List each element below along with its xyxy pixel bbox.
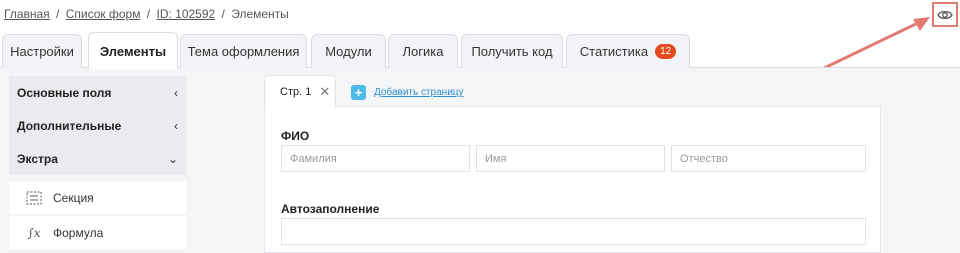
breadcrumb-home-link[interactable]: Главная: [4, 7, 50, 21]
page-tab-1[interactable]: Стр. 1 ✕: [264, 75, 336, 107]
breadcrumb-separator: /: [146, 7, 151, 21]
breadcrumb-id-link[interactable]: ID: 102592: [156, 7, 215, 21]
tab-modules[interactable]: Модули: [311, 34, 386, 68]
patronymic-input[interactable]: [671, 145, 866, 172]
breadcrumb-current: Элементы: [231, 7, 289, 21]
autofill-label: Автозаполнение: [281, 202, 380, 216]
sidebar-tool-section[interactable]: Секция: [9, 181, 186, 214]
statistics-count-badge: 12: [655, 44, 677, 59]
last-name-input[interactable]: [281, 145, 470, 172]
sidebar-section-label: Основные поля: [17, 85, 112, 100]
chevron-down-icon: ⌄: [167, 151, 178, 166]
formula-icon: ∫x: [27, 225, 41, 240]
first-name-input[interactable]: [476, 145, 665, 172]
preview-button[interactable]: [932, 2, 958, 27]
form-page-panel: ФИО Автозаполнение: [264, 106, 881, 253]
add-page-label: Добавить страницу: [374, 87, 464, 98]
tab-label: Тема оформления: [187, 44, 300, 59]
chevron-left-icon: ‹: [174, 85, 178, 100]
eye-icon: [937, 10, 953, 19]
sidebar-section-additional[interactable]: Дополнительные ‹: [9, 109, 186, 142]
tab-settings[interactable]: Настройки: [2, 34, 82, 68]
sidebar-tool-label: Формула: [53, 225, 104, 240]
tab-label: Получить код: [471, 44, 553, 59]
page-tab-label: Стр. 1: [280, 85, 312, 98]
main-tabs: Настройки Элементы Тема оформления Модул…: [0, 32, 960, 69]
tab-label: Модули: [325, 44, 372, 59]
tab-label: Логика: [402, 44, 444, 59]
sidebar-section-basic-fields[interactable]: Основные поля ‹: [9, 76, 186, 109]
autofill-input[interactable]: [281, 218, 866, 245]
add-page-button[interactable]: + Добавить страницу: [351, 85, 464, 100]
tab-statistics[interactable]: Статистика 12: [566, 34, 690, 68]
elements-sidebar: Основные поля ‹ Дополнительные ‹ Экстра …: [9, 76, 186, 253]
sidebar-tool-label: Секция: [53, 190, 94, 205]
sidebar-tool-formula[interactable]: ∫x Формула: [9, 216, 186, 249]
plus-icon: +: [351, 85, 366, 100]
close-icon[interactable]: ✕: [319, 84, 330, 100]
sidebar-section-extra[interactable]: Экстра ⌄: [9, 142, 186, 175]
breadcrumb-separator: /: [56, 7, 60, 21]
tab-logic[interactable]: Логика: [388, 34, 458, 68]
fio-label: ФИО: [281, 129, 310, 143]
tab-elements[interactable]: Элементы: [88, 32, 178, 69]
chevron-left-icon: ‹: [174, 118, 178, 133]
tab-label: Элементы: [99, 43, 167, 59]
breadcrumb-separator: /: [221, 7, 225, 21]
sidebar-section-label: Дополнительные: [17, 118, 122, 133]
breadcrumb-forms-link[interactable]: Список форм: [66, 7, 141, 21]
section-icon: [23, 190, 45, 205]
form-editor: Стр. 1 ✕ + Добавить страницу ФИО Автозап…: [264, 75, 881, 253]
tab-label: Настройки: [10, 44, 74, 59]
breadcrumb: Главная / Список форм / ID: 102592 / Эле…: [4, 7, 289, 21]
sidebar-section-label: Экстра: [17, 151, 58, 166]
tab-label: Статистика: [579, 44, 649, 59]
tab-theme[interactable]: Тема оформления: [180, 34, 307, 68]
tab-get-code[interactable]: Получить код: [461, 34, 563, 68]
